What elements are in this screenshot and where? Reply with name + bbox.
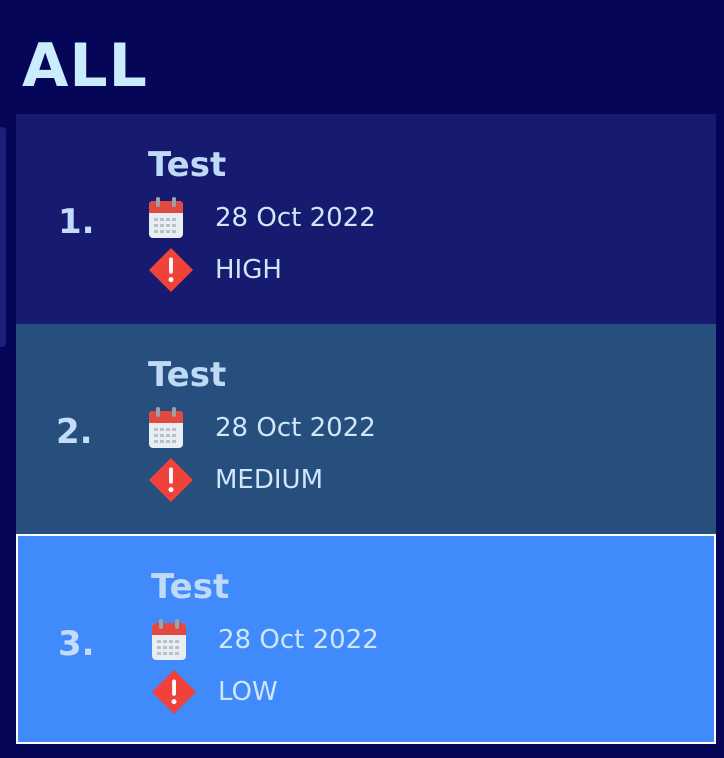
task-priority: MEDIUM [215,465,324,495]
task-date: 28 Oct 2022 [215,203,376,233]
task-index: 1. [58,202,95,242]
task-title: Test [148,145,227,185]
task-date-row: 28 Oct 2022 [148,196,376,240]
task-list: 1. Test 28 Oct 2022 HIGH 2. Test 28 Oct … [16,114,716,744]
priority-warning-icon [148,457,194,503]
task-priority: LOW [218,677,278,707]
task-priority-row: LOW [151,669,278,715]
task-date: 28 Oct 2022 [215,413,376,443]
task-date: 28 Oct 2022 [218,625,379,655]
priority-warning-icon [151,669,197,715]
scroll-indicator[interactable] [0,127,6,347]
priority-warning-icon [148,247,194,293]
task-card-3[interactable]: 3. Test 28 Oct 2022 LOW [16,534,716,744]
task-title: Test [148,355,227,395]
page-title: ALL [22,31,148,101]
calendar-icon [151,618,197,662]
task-priority-row: HIGH [148,247,282,293]
task-card-2[interactable]: 2. Test 28 Oct 2022 MEDIUM [16,324,716,534]
calendar-icon [148,406,194,450]
task-date-row: 28 Oct 2022 [151,618,379,662]
task-priority: HIGH [215,255,282,285]
task-index: 2. [56,412,93,452]
task-priority-row: MEDIUM [148,457,324,503]
task-card-1[interactable]: 1. Test 28 Oct 2022 HIGH [16,114,716,324]
task-date-row: 28 Oct 2022 [148,406,376,450]
task-title: Test [151,567,230,607]
calendar-icon [148,196,194,240]
task-index: 3. [58,624,95,664]
